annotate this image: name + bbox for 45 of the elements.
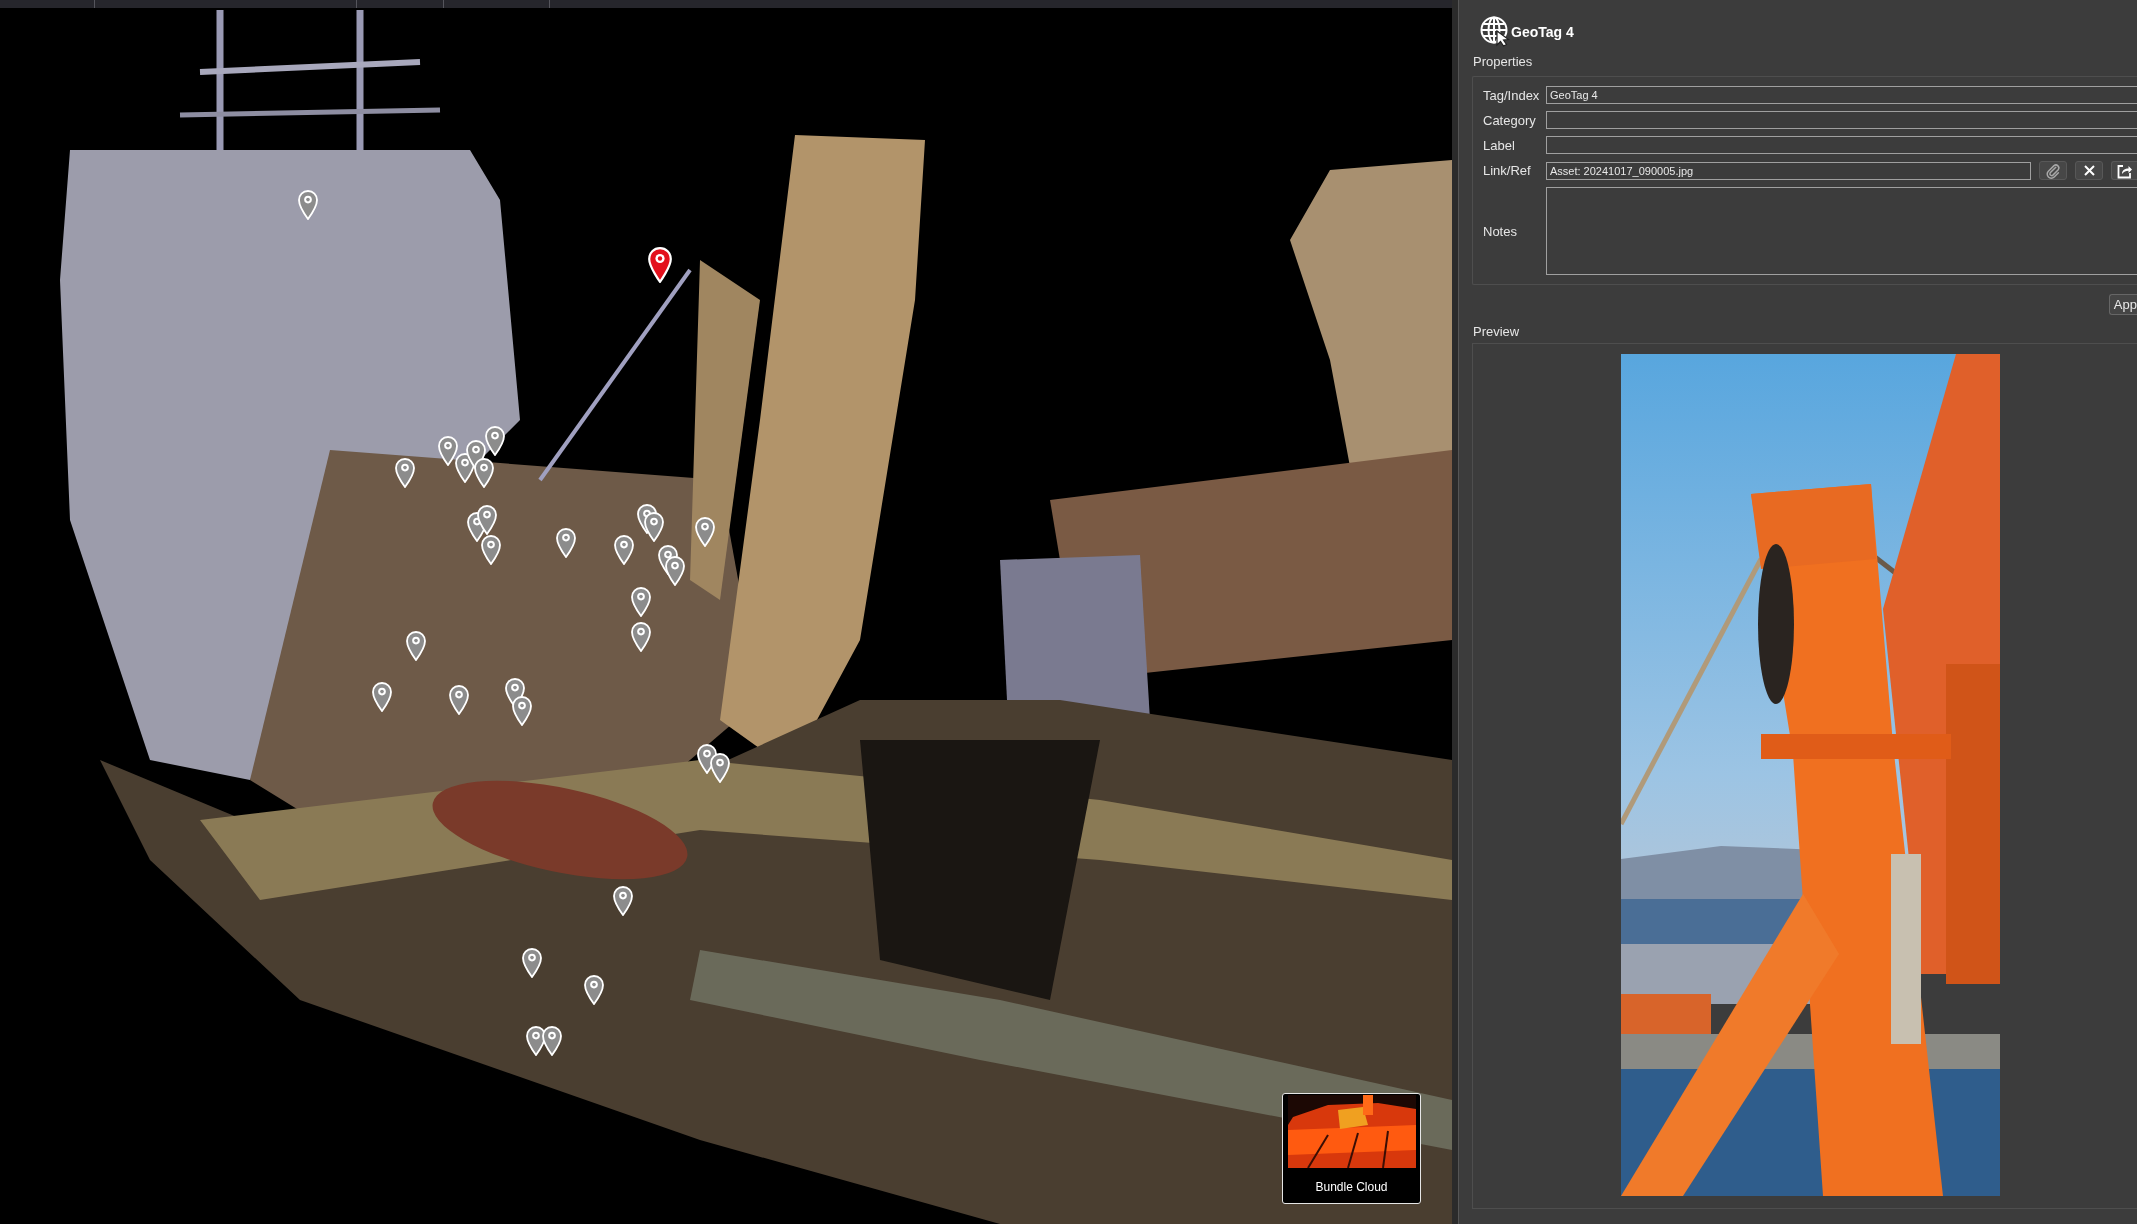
- field-label: Category: [1483, 112, 1537, 128]
- location-pin-icon[interactable]: [512, 696, 532, 726]
- location-pin-icon[interactable]: [542, 1026, 562, 1056]
- location-pin-icon[interactable]: [665, 556, 685, 586]
- field-label: Link/Ref: [1483, 163, 1532, 178]
- text-field[interactable]: [1546, 136, 2137, 154]
- section-title: Preview: [1472, 324, 1520, 340]
- location-pin-icon[interactable]: [438, 436, 458, 466]
- attach-button[interactable]: [2039, 161, 2067, 180]
- location-pin-icon[interactable]: [631, 622, 651, 652]
- location-pin-icon[interactable]: [395, 458, 415, 488]
- section-title: Properties: [1472, 54, 1533, 70]
- bundle-cloud-card[interactable]: Bundle Cloud: [1282, 1093, 1421, 1204]
- location-pin-icon[interactable]: [522, 948, 542, 978]
- close-icon: [2083, 165, 2095, 176]
- location-pin-icon[interactable]: [584, 975, 604, 1005]
- globe-icon: [1480, 16, 1511, 47]
- field-label: Notes: [1483, 223, 1518, 239]
- location-pin-icon[interactable]: [614, 535, 634, 565]
- location-pin-icon[interactable]: [648, 247, 672, 283]
- link-field[interactable]: Asset: 20241017_090005.jpg: [1546, 161, 2031, 180]
- panel-title: GeoTag 4: [1511, 23, 1574, 40]
- field-label: Label: [1483, 137, 1516, 153]
- location-pin-icon[interactable]: [556, 528, 576, 558]
- location-pin-icon[interactable]: [481, 535, 501, 565]
- location-pin-icon[interactable]: [613, 886, 633, 916]
- location-pin-icon[interactable]: [477, 505, 497, 535]
- point-cloud-viewport[interactable]: Bundle Cloud: [0, 8, 1452, 1224]
- clear-button[interactable]: [2075, 161, 2103, 180]
- export-button[interactable]: [2111, 161, 2137, 180]
- field-label: Tag/Index: [1483, 87, 1541, 103]
- location-pin-icon[interactable]: [485, 426, 505, 456]
- location-pin-icon[interactable]: [406, 631, 426, 661]
- export-icon: [2116, 162, 2133, 179]
- paperclip-icon: [2045, 162, 2061, 179]
- notes-field[interactable]: [1546, 187, 2137, 275]
- location-pin-icon[interactable]: [372, 682, 392, 712]
- location-pin-icon[interactable]: [631, 587, 651, 617]
- location-pin-icon[interactable]: [710, 753, 730, 783]
- location-pin-icon[interactable]: [644, 512, 664, 542]
- text-field[interactable]: GeoTag 4: [1546, 86, 2137, 104]
- location-pin-icon[interactable]: [449, 685, 469, 715]
- location-pin-icon[interactable]: [474, 458, 494, 488]
- text-field[interactable]: [1546, 111, 2137, 129]
- apply-button[interactable]: App: [2108, 294, 2137, 315]
